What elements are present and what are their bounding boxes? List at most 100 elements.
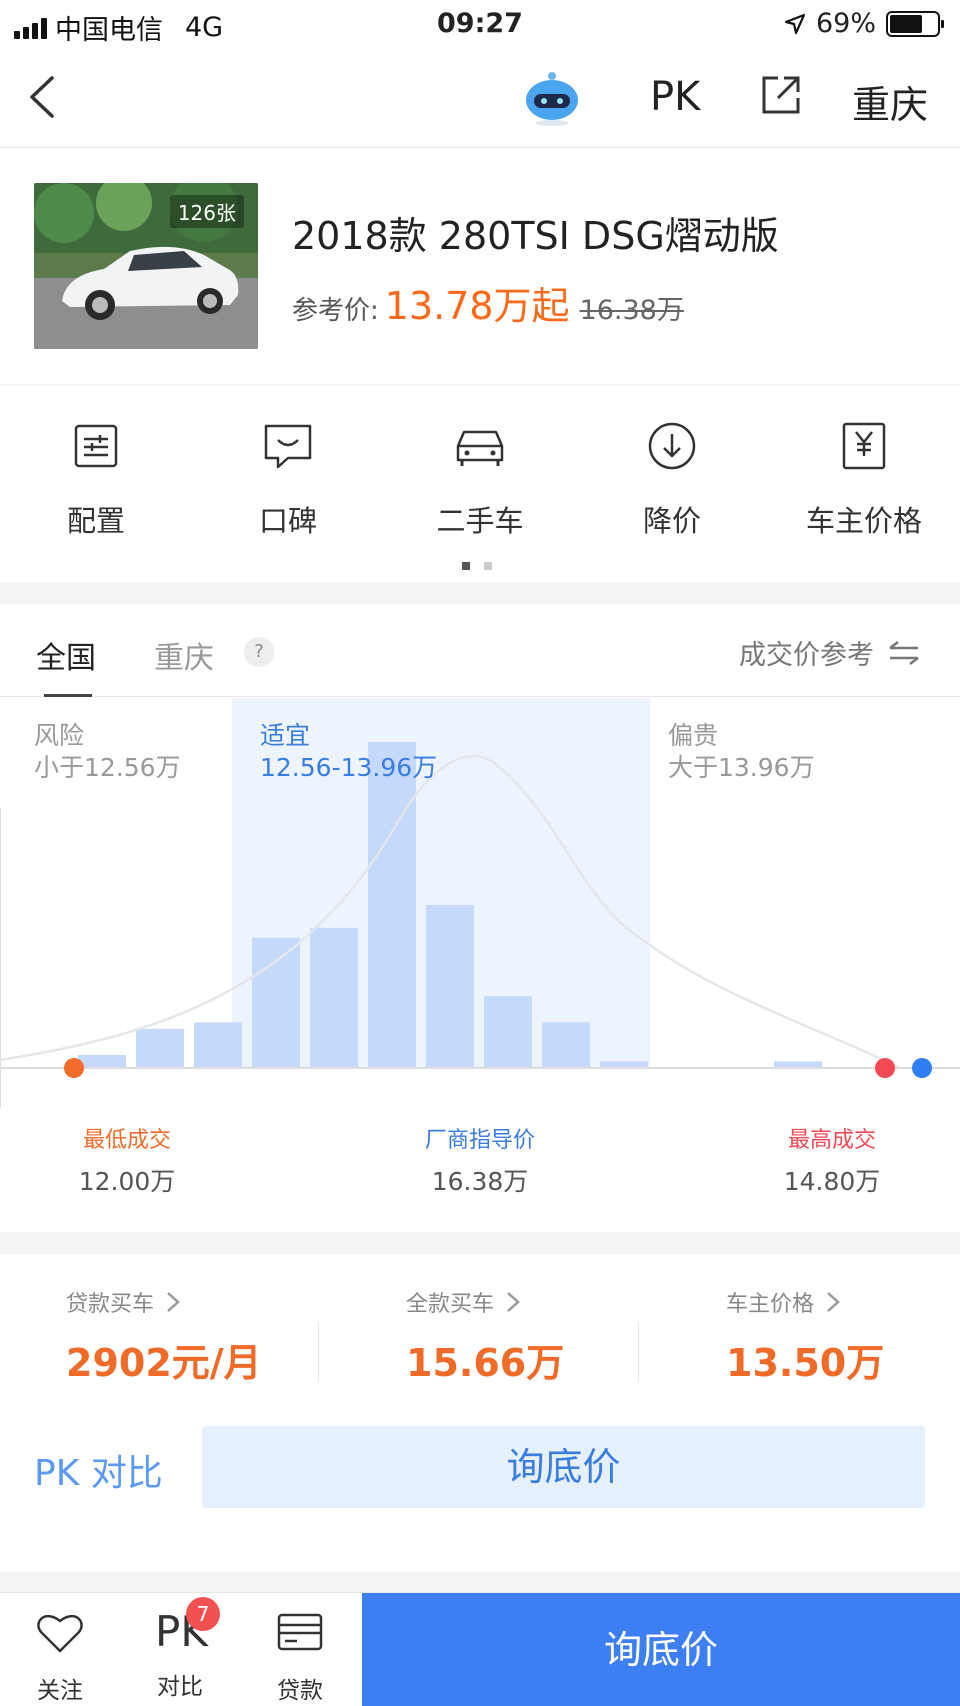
option-value: 13.50万 (726, 1341, 885, 1385)
option-label: 贷款买车 (66, 1286, 320, 1318)
histogram-bar (136, 1028, 184, 1068)
price-distribution-chart: 风险 小于12.56万 适宜 12.56-13.96万 偏贵 大于13.96万 (0, 698, 960, 1138)
expensive-title: 偏贵 (668, 721, 719, 750)
msrp-stat: 厂商指导价 16.38万 (380, 1122, 580, 1198)
menu-item-price-drop[interactable]: 降价 (576, 420, 768, 540)
option-separator (318, 1322, 319, 1382)
risk-range: 风险 小于12.56万 (34, 720, 181, 784)
menu-item-owner-price[interactable]: 车主价格 (768, 420, 960, 540)
histogram-bar (542, 1022, 590, 1068)
cta-row: PK 对比 询底价 (0, 1426, 960, 1508)
msrp-value: 16.38万 (431, 1167, 529, 1196)
quick-menu: 配置 口碑 二手车 降价 车主价格 (0, 386, 960, 580)
tab-nationwide[interactable]: 全国 (36, 633, 96, 677)
menu-item-reviews[interactable]: 口碑 (192, 420, 384, 540)
histogram-bar (78, 1054, 126, 1068)
page-dot-active (462, 562, 470, 570)
pk-compare-link[interactable]: PK 对比 (34, 1444, 163, 1496)
lowest-deal-value: 12.00万 (78, 1167, 176, 1196)
option-label-text: 全款买车 (406, 1292, 495, 1317)
section-gap (0, 1572, 960, 1592)
fair-range: 适宜 12.56-13.96万 (260, 720, 437, 784)
lowest-deal-stat: 最低成交 12.00万 (27, 1122, 227, 1198)
expensive-value: 大于13.96万 (668, 753, 815, 782)
loan-purchase-option[interactable]: 贷款买车 2902元/月 (0, 1286, 320, 1387)
menu-item-config[interactable]: 配置 (0, 420, 192, 540)
car-icon (456, 430, 504, 466)
histogram-bar (368, 742, 416, 1068)
lowest-deal-label: 最低成交 (82, 1128, 171, 1153)
option-label: 全款买车 (406, 1286, 660, 1318)
menu-label: 配置 (66, 504, 125, 538)
region-tabs: 全国 重庆 ? 成交价参考 (0, 605, 960, 697)
owner-price-option[interactable]: 车主价格 13.50万 (660, 1286, 960, 1387)
follow-label: 关注 (37, 1678, 83, 1704)
chevron-right-icon (507, 1292, 520, 1312)
photo-count-badge: 126张 (169, 195, 244, 228)
inquiry-button[interactable]: 询底价 (202, 1426, 925, 1508)
card-icon (277, 1613, 323, 1651)
section-gap (0, 582, 960, 604)
heart-icon (37, 1615, 83, 1653)
msrp-label: 厂商指导价 (424, 1128, 535, 1153)
chevron-right-icon (167, 1292, 180, 1312)
option-value: 15.66万 (406, 1341, 565, 1385)
yen-tag-icon (842, 422, 886, 470)
original-price: 16.38万 (579, 295, 684, 326)
tab-city[interactable]: 重庆 (154, 633, 214, 677)
highest-deal-value: 14.80万 (783, 1167, 881, 1196)
highest-deal-stat: 最高成交 14.80万 (732, 1122, 932, 1198)
option-separator (638, 1322, 639, 1382)
help-icon[interactable]: ? (244, 637, 274, 667)
histogram-bar (484, 996, 532, 1068)
reference-label: 成交价参考 (739, 640, 874, 671)
reference-price: 参考价: 13.78万起 16.38万 (292, 275, 684, 330)
page-indicator (462, 562, 492, 570)
purchase-options: 贷款买车 2902元/月 全款买车 15.66万 车主价格 13.50万 (0, 1256, 960, 1426)
price-value: 13.78万起 (384, 284, 570, 328)
page-dot (484, 562, 492, 570)
car-summary: 126张 2018款 280TSI DSG熠动版 参考价: 13.78万起 16… (0, 149, 960, 385)
car-model-title: 2018款 280TSI DSG熠动版 (292, 214, 779, 258)
battery-icon (886, 10, 944, 37)
msrp-marker (912, 1058, 932, 1078)
pk-compare-button[interactable]: PK (650, 74, 700, 120)
compare-label: 对比 (157, 1674, 203, 1700)
battery-percent: 69% (815, 8, 876, 39)
option-label-text: 车主价格 (726, 1292, 815, 1317)
section-gap (0, 1232, 960, 1254)
menu-item-used-cars[interactable]: 二手车 (384, 420, 576, 540)
full-payment-option[interactable]: 全款买车 15.66万 (340, 1286, 660, 1387)
config-sliders-icon (74, 424, 118, 468)
deal-price-reference-toggle[interactable]: 成交价参考 (739, 633, 920, 672)
chevron-right-icon (827, 1292, 840, 1312)
risk-value: 小于12.56万 (34, 753, 181, 782)
bottom-inquiry-button[interactable]: 询底价 (362, 1593, 960, 1706)
follow-button[interactable]: 关注 (10, 1607, 110, 1705)
robot-assistant-icon[interactable] (524, 70, 580, 126)
status-bar: 中国电信 4G 09:27 69% (0, 0, 960, 48)
price-drop-icon (648, 422, 696, 470)
loan-label: 贷款 (277, 1678, 323, 1704)
highest-deal-marker (875, 1058, 895, 1078)
city-selector[interactable]: 重庆 (852, 74, 928, 129)
location-arrow-icon (784, 13, 806, 34)
back-icon[interactable] (24, 72, 64, 122)
price-label: 参考价: (292, 296, 379, 326)
bottom-action-bar: 关注 PK 7 对比 贷款 询底价 (0, 1592, 960, 1706)
loan-button[interactable]: 贷款 (250, 1607, 350, 1705)
option-label: 车主价格 (726, 1286, 960, 1318)
menu-label: 口碑 (258, 504, 317, 538)
menu-label: 降价 (642, 504, 701, 538)
navigation-bar: PK 重庆 (0, 48, 960, 148)
histogram-bar (194, 1022, 242, 1068)
menu-label: 二手车 (436, 504, 524, 538)
battery-fill (890, 14, 922, 33)
car-photo[interactable]: 126张 (34, 183, 258, 349)
compare-button[interactable]: PK 7 对比 (130, 1597, 230, 1701)
histogram-bar (310, 927, 358, 1068)
fair-value: 12.56-13.96万 (260, 753, 438, 782)
lowest-deal-marker (64, 1058, 84, 1078)
highest-deal-label: 最高成交 (787, 1128, 876, 1153)
share-icon[interactable] (760, 74, 802, 116)
